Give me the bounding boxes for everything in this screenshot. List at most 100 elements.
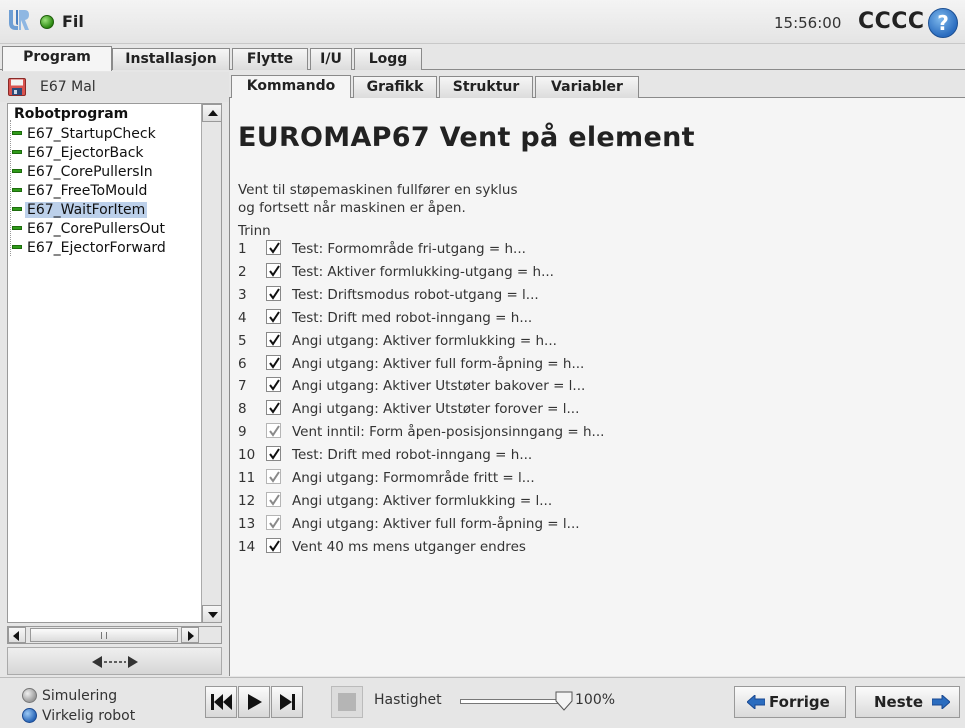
arrow-left-icon [747, 695, 765, 709]
speed-value: 100% [575, 692, 616, 708]
speed-slider[interactable] [460, 699, 570, 704]
skip-to-start-icon [211, 694, 232, 710]
node-icon [12, 207, 22, 211]
step-checkbox[interactable] [266, 377, 281, 392]
tree-connector-line [10, 120, 11, 256]
tree-item-startupcheck[interactable]: E67_StartupCheck [12, 125, 158, 144]
scroll-thumb[interactable] [30, 628, 178, 642]
step-row: 6 Angi utgang: Aktiver full form-åpning =… [238, 353, 584, 375]
program-name: E67 Mal [40, 79, 96, 95]
checkmark-icon [269, 471, 280, 483]
checkmark-icon [269, 448, 280, 460]
tree-item-freetomould[interactable]: E67_FreeToMould [12, 182, 149, 201]
step-text: Vent 40 ms mens utganger endres [292, 539, 526, 555]
tree-item-ejectorback[interactable]: E67_EjectorBack [12, 144, 146, 163]
step-number: 6 [238, 356, 247, 372]
tab-struktur[interactable]: Struktur [439, 76, 533, 98]
tree-root[interactable]: Robotprogram [14, 106, 128, 122]
node-icon [12, 226, 22, 230]
speed-slider-thumb[interactable] [555, 691, 573, 711]
program-header: E67 Mal [0, 72, 229, 102]
step-checkbox[interactable] [266, 423, 281, 438]
scroll-right-button[interactable] [181, 627, 199, 643]
step-checkbox[interactable] [266, 469, 281, 484]
tree-horizontal-scrollbar[interactable] [7, 626, 222, 644]
step-number: 8 [238, 401, 247, 417]
rewind-button[interactable] [205, 686, 237, 718]
node-icon [12, 131, 22, 135]
step-number: 14 [238, 539, 256, 555]
program-tree: Robotprogram E67_StartupCheck E67_Ejecto… [7, 103, 222, 623]
tree-item-corepullersin[interactable]: E67_CorePullersIn [12, 163, 155, 182]
tab-kommando[interactable]: Kommando [231, 75, 351, 99]
tab-variabler[interactable]: Variabler [535, 76, 639, 98]
panel-resize-button[interactable] [7, 647, 222, 675]
step-button[interactable] [271, 686, 303, 718]
step-checkbox[interactable] [266, 240, 281, 255]
checkmark-icon [269, 379, 280, 391]
step-checkbox[interactable] [266, 309, 281, 324]
step-text: Test: Drift med robot-inngang = h... [292, 447, 533, 463]
command-tabs: Kommando Grafikk Struktur Variabler [229, 72, 965, 99]
step-number: 1 [238, 241, 247, 257]
tab-installasjon[interactable]: Installasjon [112, 48, 230, 70]
step-checkbox[interactable] [266, 263, 281, 278]
step-checkbox[interactable] [266, 492, 281, 507]
step-checkbox[interactable] [266, 446, 281, 461]
step-checkbox[interactable] [266, 332, 281, 347]
ur-logo-icon [9, 10, 29, 30]
checkmark-icon [269, 357, 280, 369]
scroll-left-button[interactable] [8, 627, 26, 643]
step-number: 13 [238, 516, 256, 532]
next-button[interactable]: Neste [855, 686, 960, 718]
help-button[interactable]: ? [928, 8, 958, 38]
step-checkbox[interactable] [266, 286, 281, 301]
step-row: 9 Vent inntil: Form åpen-posisjonsinngang… [238, 421, 604, 443]
previous-button[interactable]: Forrige [734, 686, 846, 718]
step-text: Angi utgang: Formområde fritt = l... [292, 470, 535, 486]
scroll-down-button[interactable] [202, 605, 221, 622]
tab-logg[interactable]: Logg [354, 48, 422, 70]
tree-vertical-scrollbar[interactable] [201, 104, 221, 622]
arrow-right-icon [932, 695, 950, 709]
step-text: Test: Formområde fri-utgang = h... [292, 241, 526, 257]
tree-item-waitforitem[interactable]: E67_WaitForItem [12, 201, 148, 220]
step-checkbox[interactable] [266, 355, 281, 370]
tree-item-corepullersout[interactable]: E67_CorePullersOut [12, 220, 167, 239]
tab-program[interactable]: Program [2, 46, 112, 71]
step-checkbox[interactable] [266, 538, 281, 553]
node-icon [12, 169, 22, 173]
step-text: Angi utgang: Aktiver formlukking = h... [292, 333, 557, 349]
checkmark-icon [269, 402, 280, 414]
arrow-up-icon [208, 110, 218, 116]
step-text: Vent inntil: Form åpen-posisjonsinngang … [292, 424, 605, 440]
arrow-right-icon [188, 631, 194, 641]
save-program-icon[interactable] [8, 78, 26, 96]
tree-item-ejectorforward[interactable]: E67_EjectorForward [12, 239, 168, 258]
checkmark-icon [269, 334, 280, 346]
title-bar: Fil 15:56:00 CCCC ? [0, 0, 965, 44]
stop-button[interactable] [331, 686, 363, 718]
tab-flytte[interactable]: Flytte [232, 48, 308, 70]
scroll-up-button[interactable] [202, 104, 221, 122]
tab-grafikk[interactable]: Grafikk [353, 76, 437, 98]
step-number: 10 [238, 447, 256, 463]
step-checkbox[interactable] [266, 400, 281, 415]
step-number: 9 [238, 424, 247, 440]
step-checkbox[interactable] [266, 515, 281, 530]
checkmark-icon [269, 311, 280, 323]
step-row: 5 Angi utgang: Aktiver formlukking = h... [238, 330, 557, 352]
play-button[interactable] [238, 686, 270, 718]
step-number: 11 [238, 470, 256, 486]
step-row: 4 Test: Drift med robot-inngang = h... [238, 307, 532, 329]
tab-io[interactable]: I/U [310, 48, 352, 70]
step-text: Angi utgang: Aktiver full form-åpning = … [292, 516, 580, 532]
robot-name: CCCC [858, 9, 925, 34]
step-row: 1 Test: Formområde fri-utgang = h... [238, 238, 526, 260]
grip-icon [101, 632, 107, 639]
file-menu[interactable]: Fil [62, 12, 84, 31]
checkmark-icon [269, 540, 280, 552]
step-number: 5 [238, 333, 247, 349]
simulation-radio-icon [22, 688, 37, 703]
step-number: 3 [238, 287, 247, 303]
